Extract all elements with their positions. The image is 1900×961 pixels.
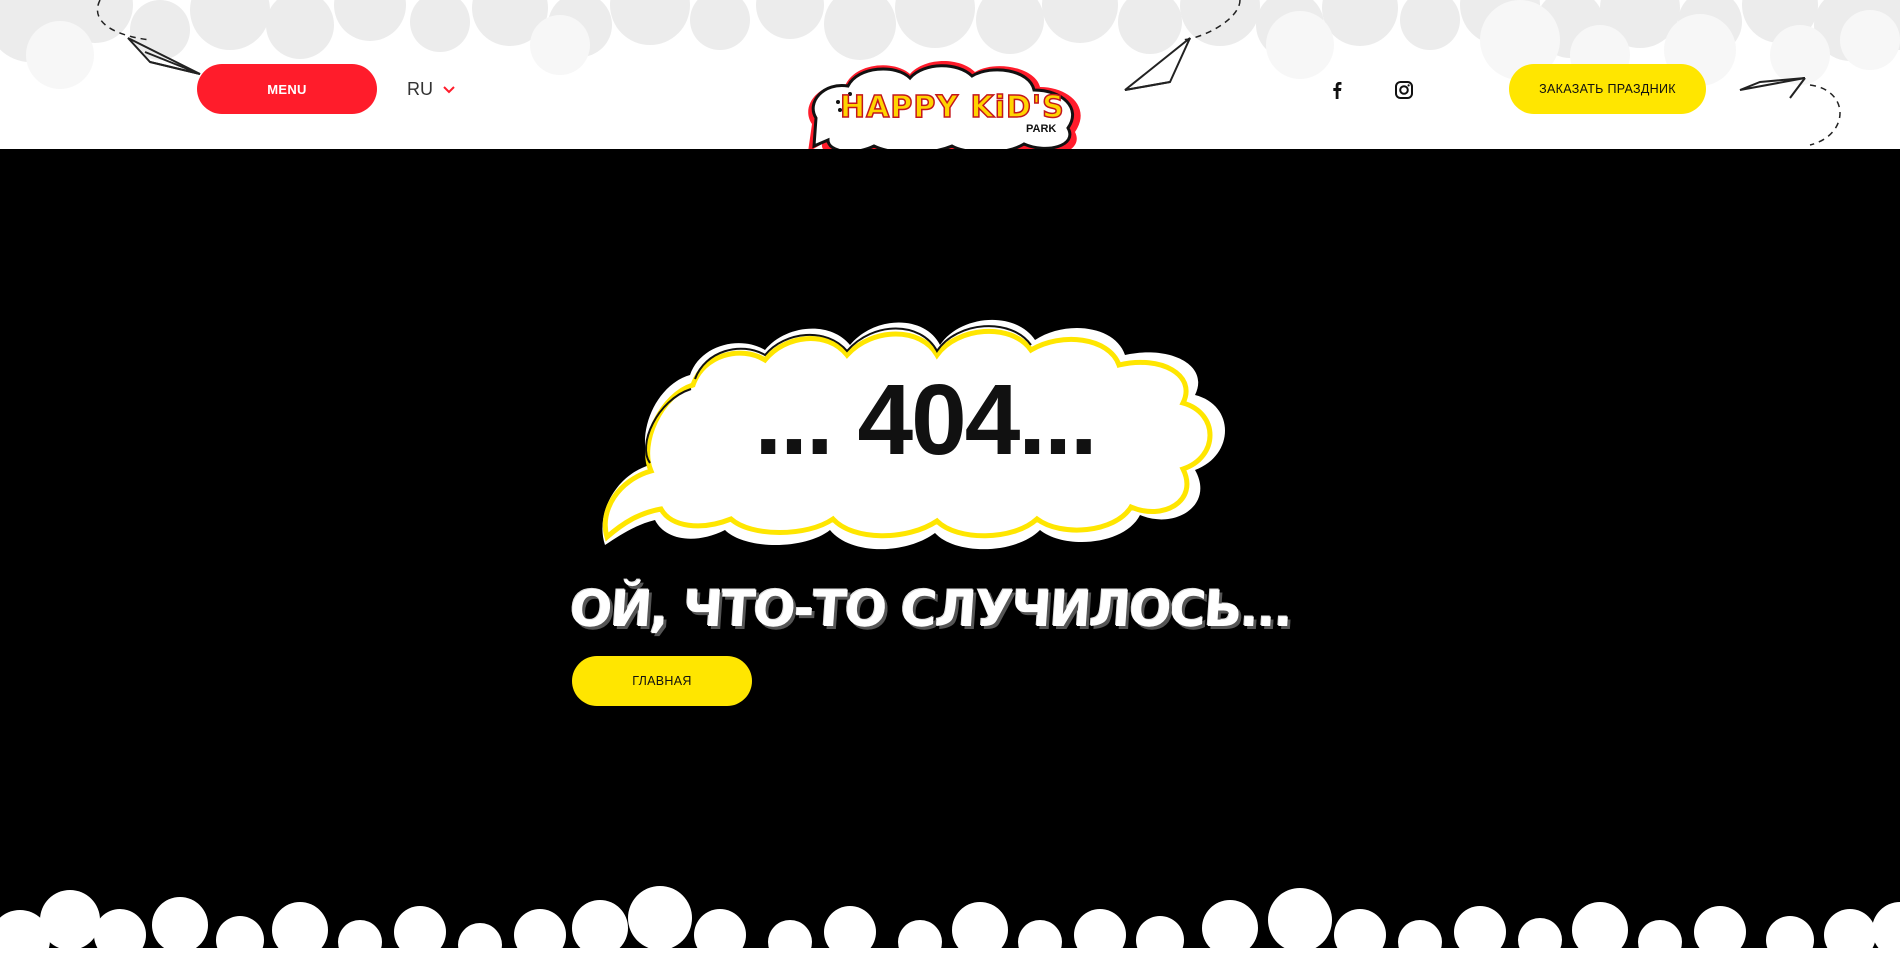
home-button[interactable]: ГЛАВНАЯ xyxy=(572,656,752,706)
language-label: RU xyxy=(407,79,433,99)
language-selector[interactable]: RU xyxy=(407,79,455,100)
menu-button[interactable]: MENU xyxy=(197,64,377,114)
logo-sub-text: PARK xyxy=(1026,123,1056,135)
error-code: ... 404... xyxy=(754,364,1097,476)
logo-main-text: HAPPY KiD'S xyxy=(840,90,1065,125)
instagram-icon[interactable] xyxy=(1393,79,1415,101)
footer-clouds-decoration xyxy=(0,886,1900,961)
chevron-down-icon xyxy=(443,85,455,93)
order-party-button[interactable]: ЗАКАЗАТЬ ПРАЗДНИК xyxy=(1509,64,1706,114)
site-header: MENU RU HAPPY KiD'S PARK ЗАКАЗАТЬ ПРАЗДН… xyxy=(0,0,1900,149)
logo[interactable]: HAPPY KiD'S PARK xyxy=(800,52,1100,149)
error-title: ОЙ, ЧТО-ТО СЛУЧИЛОСЬ... xyxy=(567,580,1294,638)
facebook-icon[interactable] xyxy=(1326,79,1348,101)
